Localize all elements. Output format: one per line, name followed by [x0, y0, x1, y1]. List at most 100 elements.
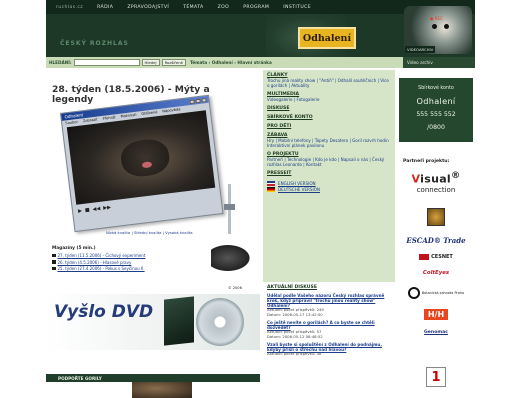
nav-item-zpravodajstvi[interactable]: ZPRAVODAJSTVÍ: [127, 5, 169, 10]
german-flag-icon: [267, 187, 275, 192]
menu-section-title[interactable]: DISKUSE: [267, 106, 391, 111]
bullet-icon: [52, 253, 56, 258]
videoarchiv-tag: VIDEOARCHIV: [405, 46, 436, 53]
lang-english[interactable]: ENGLISH VERSION: [267, 181, 391, 186]
dvd-case-image: [164, 296, 194, 346]
account-bank-code: /0800: [427, 123, 445, 131]
discussion-item: Udělal podle Vašeho názoru Český rozhlas…: [267, 293, 391, 317]
account-label: Sbírkové konto: [418, 86, 454, 91]
video-archive-link[interactable]: Video archiv: [403, 57, 475, 68]
lang-german-link[interactable]: DEUTSCHE VERSION: [278, 187, 320, 192]
magazine-item[interactable]: 27. týden (11.5.2006) - Čichový experime…: [52, 253, 202, 258]
nav-item-temata[interactable]: TÉMATA: [183, 5, 203, 10]
visual-connection-logo[interactable]: Visual® connection: [397, 167, 475, 197]
partner-emblem-icon: [427, 208, 445, 226]
magazine-title: Magazíny (5 min.): [52, 246, 96, 251]
media-player-window: Odhalení Soubor Zobrazit Přehrát Možnost…: [60, 94, 224, 233]
menu-section-links[interactable]: Trochu jiná reality show | "Antiň" | Odh…: [267, 78, 391, 88]
player-menu-item: Soubor: [65, 119, 79, 126]
search-input[interactable]: [73, 59, 140, 66]
language-switcher: ENGLISH VERSION DEUTSCHE VERSION: [267, 181, 391, 192]
forward-icon: ▶▶: [102, 204, 112, 212]
menu-section-sbirkove-konto: SBÍRKOVÉ KONTO: [267, 115, 391, 120]
discussion-date: Datum: 2006-05-17 13:42:50: [267, 311, 323, 317]
escad-trade-logo[interactable]: ESCAD® Trade: [397, 235, 475, 245]
discussion-count: Aktuální počet příspěvků: 48: [267, 351, 322, 357]
magazine-link[interactable]: 26. týden (4.5.2006) - Hlasové pravy: [58, 260, 132, 265]
page: ruchlas.cz RÁDIA ZPRAVODAJSTVÍ TÉMATA ZO…: [0, 0, 518, 398]
current-discussion: AKTUÁLNÍ DISKUSE Udělal podle Vašeho náz…: [263, 282, 395, 398]
rec-indicator: ● REC: [430, 16, 443, 21]
ct1-logo[interactable]: 1: [397, 366, 475, 388]
camera-icon: [211, 243, 253, 273]
magazine-item[interactable]: 25. týden (27.4.2006) - Pokus s Seyčinou…: [52, 266, 202, 271]
support-gorillas-bar[interactable]: PODPOŘTE GORILY: [46, 374, 260, 382]
volume-slider-icon: [224, 184, 235, 234]
right-column: Sbírkové konto Odhalení 555 555 552 /080…: [397, 70, 475, 398]
menu-section-title[interactable]: SBÍRKOVÉ KONTO: [267, 115, 391, 120]
nav-item-instituce[interactable]: INSTITUCE: [283, 5, 311, 10]
magazine-item[interactable]: 26. týden (4.5.2006) - Hlasové pravy: [52, 260, 202, 265]
menu-section-links[interactable]: Videogalerie | Fotogalerie: [267, 97, 391, 102]
cesnet-swoosh-icon: [419, 254, 430, 260]
menu-section-diskuse: DISKUSE: [267, 106, 391, 111]
menu-section-links[interactable]: Hry | Mobilní telefony | Tapety Desatero…: [267, 138, 391, 148]
donation-account-box[interactable]: Sbírkové konto Odhalení 555 555 552 /080…: [399, 78, 473, 142]
uk-flag-icon: [267, 181, 275, 186]
cesnet-logo[interactable]: CESNET: [397, 252, 475, 262]
middle-menu-column: ČLÁNKY Trochu jiná reality show | "Antiň…: [263, 70, 395, 398]
menu-section-o-projektu: O PROJEKTU Partneři | Technologie | Kdo …: [267, 152, 391, 167]
partner-logo[interactable]: [397, 207, 475, 227]
visual-logo-word: Visual®: [411, 170, 461, 186]
menu-section-links[interactable]: Partneři | Technologie | Kdo je kdo | Na…: [267, 157, 391, 167]
partners-title: Partneři projektu:: [403, 159, 450, 164]
search-button[interactable]: Hledej: [141, 59, 160, 66]
menu-section-zabava: ZÁBAVA Hry | Mobilní telefony | Tapety D…: [267, 133, 391, 148]
left-column: 28. týden (18.5.2006) - Mýty a legendy O…: [46, 68, 260, 398]
nav-item-home[interactable]: ruchlas.cz: [56, 5, 83, 10]
account-number: 555 555 552: [416, 111, 456, 118]
copyright: © 2006: [228, 286, 242, 290]
brand-subtitle: ČESKÝ ROZHLAS: [60, 40, 129, 47]
genomac-logo[interactable]: Genomac: [397, 328, 475, 336]
visual-logo-sub: connection: [416, 185, 456, 194]
magazine-list: Magazíny (5 min.) 27. týden (11.5.2006) …: [52, 246, 202, 273]
advanced-search-button[interactable]: Rozšířené: [161, 59, 186, 66]
discussion-link[interactable]: Udělal podle Vašeho názoru Český rozhlas…: [267, 293, 391, 308]
player-menu-item: Oblíbené: [141, 110, 158, 117]
ring-icon: [407, 287, 420, 299]
discussion-item: Co ještě nevíte o gorilách? A co byste s…: [267, 320, 391, 339]
monkey-eye-left: [432, 24, 437, 29]
bullet-icon: [52, 260, 56, 264]
botanic-garden-logo[interactable]: Botanická zahrada Praha: [397, 284, 475, 302]
nav-item-zoo[interactable]: ZOO: [218, 5, 230, 10]
monkey-eye-right: [444, 24, 449, 29]
rewind-icon: ◀◀: [92, 205, 101, 213]
magazine-link[interactable]: 27. týden (11.5.2006) - Čichový experime…: [58, 253, 146, 258]
breadcrumb: Témata › Odhalení › Hlavní stránka: [189, 60, 272, 65]
lang-german[interactable]: DEUTSCHE VERSION: [267, 187, 391, 192]
video-player-image: Odhalení Soubor Zobrazit Přehrát Možnost…: [56, 94, 252, 238]
nav-item-radia[interactable]: RÁDIA: [97, 5, 113, 10]
discussion-title[interactable]: AKTUÁLNÍ DISKUSE: [267, 285, 391, 290]
hh-logo[interactable]: H/H: [397, 306, 475, 322]
dvd-banner[interactable]: Vyšlo DVD: [46, 294, 260, 350]
site-header: ruchlas.cz RÁDIA ZPRAVODAJSTVÍ TÉMATA ZO…: [46, 0, 475, 57]
menu-section-presseit: PRESSEIT: [267, 171, 391, 176]
menu-section-title[interactable]: PRESSEIT: [267, 171, 391, 176]
stop-icon: ■: [84, 207, 91, 214]
gorilla-photo: [132, 382, 192, 398]
odhaleni-logo[interactable]: Odhalení: [298, 27, 356, 49]
discussion-item: Vzali byste si spoluštění z Odhalení do …: [267, 342, 391, 357]
menu-section-title[interactable]: PRO DĚTI: [267, 124, 391, 129]
menu-section-multimedia: MULTIMEDIA Videogalerie | Fotogalerie: [267, 92, 391, 102]
colt-logo[interactable]: ColtEyes: [397, 266, 475, 280]
gorilla-face: [119, 137, 172, 179]
search-label: HLEDÁNÍ:: [49, 60, 72, 65]
bullet-icon: [52, 266, 56, 271]
lang-english-link[interactable]: ENGLISH VERSION: [278, 181, 316, 186]
nav-item-program[interactable]: PROGRAM: [243, 5, 269, 10]
player-menu-item: Zobrazit: [82, 117, 98, 124]
quality-links[interactable]: Nízká kvalita | Střední kvalita | Vysoká…: [106, 230, 193, 235]
magazine-link[interactable]: 25. týden (27.4.2006) - Pokus s Seyčinou…: [58, 266, 145, 271]
